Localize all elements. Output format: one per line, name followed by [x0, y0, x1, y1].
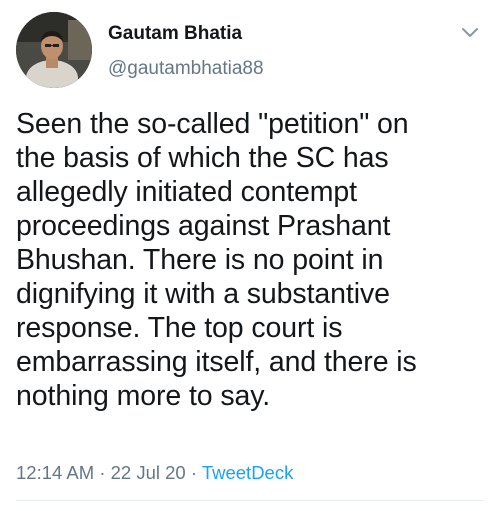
- display-name[interactable]: Gautam Bhatia: [108, 22, 264, 46]
- author-names: Gautam Bhatia @gautambhatia88: [108, 22, 264, 81]
- tweet-time[interactable]: 12:14 AM: [16, 462, 94, 483]
- tweet-text-line: allegedly initiated contempt: [16, 176, 357, 208]
- tweet-text-line: the basis of which the SC has: [16, 142, 389, 174]
- tweet-header: Gautam Bhatia @gautambhatia88: [16, 12, 486, 88]
- tweet-text-line: proceedings against Prashant: [16, 210, 391, 242]
- tweet-meta: 12:14 AM · 22 Jul 20 · TweetDeck: [16, 461, 293, 485]
- tweet-date[interactable]: 22 Jul 20: [111, 462, 186, 483]
- tweet-text-line: dignifying it with a substantive: [16, 278, 390, 310]
- meta-separator: ·: [190, 462, 198, 483]
- tweet-text-line: nothing more to say.: [16, 380, 271, 412]
- tweet-text-line: Seen the so-called "petition" on: [16, 108, 409, 140]
- tweet-card: Gautam Bhatia @gautambhatia88 Seen the s…: [0, 0, 500, 511]
- tweet-text-line: response. The top court is: [16, 312, 343, 344]
- tweet-source-link[interactable]: TweetDeck: [202, 462, 294, 483]
- divider: [16, 500, 484, 501]
- meta-separator: ·: [99, 462, 106, 483]
- avatar-image: [16, 12, 92, 88]
- chevron-down-icon[interactable]: [460, 26, 480, 40]
- tweet-text-line: embarrassing itself, and there is: [16, 346, 417, 378]
- tweet-text-line: Bhushan. There is no point in: [16, 244, 384, 276]
- user-handle[interactable]: @gautambhatia88: [108, 57, 264, 81]
- tweet-text: Seen the so-called "petition" on the bas…: [16, 107, 486, 413]
- avatar[interactable]: [16, 12, 92, 88]
